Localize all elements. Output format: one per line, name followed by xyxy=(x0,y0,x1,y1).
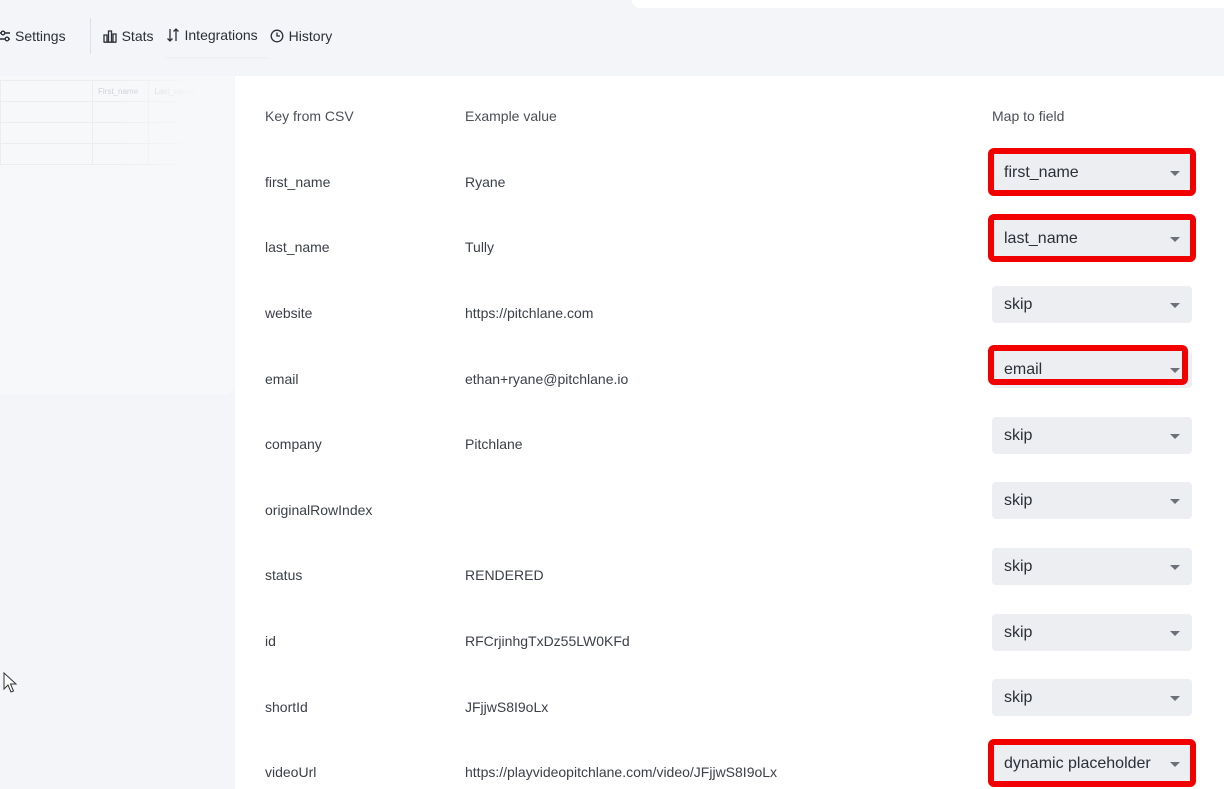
select-value: last_name xyxy=(1004,229,1078,247)
caret-down-icon xyxy=(1170,236,1180,242)
csv-key-label: status xyxy=(265,567,303,583)
caret-down-icon xyxy=(1170,170,1180,176)
map-to-field-select[interactable]: first_name xyxy=(992,154,1192,191)
tab-history[interactable]: History xyxy=(270,14,345,58)
caret-down-icon xyxy=(1170,367,1180,373)
select-value: skip xyxy=(1004,295,1033,313)
mouse-cursor-icon xyxy=(3,672,17,693)
example-value: Pitchlane xyxy=(465,436,523,452)
history-clock-icon xyxy=(270,29,284,43)
tab-stats[interactable]: Stats xyxy=(102,14,166,58)
preview-header-cell: First_name xyxy=(91,80,150,102)
caret-down-icon xyxy=(1170,433,1180,439)
bar-chart-icon xyxy=(102,30,117,43)
tab-stats-label: Stats xyxy=(121,28,154,44)
top-panel-edge xyxy=(632,0,1224,8)
tab-history-label: History xyxy=(288,28,333,44)
example-value: RENDERED xyxy=(465,567,544,583)
map-to-field-select[interactable]: dynamic placeholder xyxy=(992,745,1192,782)
tab-settings[interactable]: Settings xyxy=(0,14,90,58)
table-row xyxy=(0,101,200,123)
example-value: Ryane xyxy=(465,174,506,190)
caret-down-icon xyxy=(1170,564,1180,570)
example-value: JFjjwS8I9oLx xyxy=(465,699,549,715)
csv-key-label: shortId xyxy=(265,699,308,715)
table-row: First_name Last_name xyxy=(0,80,200,102)
field-mapping-panel: Key from CSV Example value Map to field … xyxy=(235,76,1224,789)
csv-key-label: first_name xyxy=(265,174,331,190)
sliders-icon xyxy=(0,30,10,42)
example-value: https://pitchlane.com xyxy=(465,305,594,321)
csv-preview-table: First_name Last_name xyxy=(0,80,200,165)
example-value: ethan+ryane@pitchlane.io xyxy=(465,371,629,387)
select-value: skip xyxy=(1004,557,1033,575)
map-to-field-select[interactable]: skip xyxy=(992,548,1192,585)
map-to-field-select[interactable]: last_name xyxy=(992,220,1192,257)
map-to-field-select[interactable]: skip xyxy=(992,417,1192,454)
tab-integrations-label: Integrations xyxy=(184,27,258,43)
map-to-field-select[interactable]: skip xyxy=(992,679,1192,716)
select-value: skip xyxy=(1004,491,1033,509)
csv-key-label: website xyxy=(265,305,313,321)
tab-settings-label: Settings xyxy=(15,28,66,44)
csv-key-label: id xyxy=(265,633,276,649)
tab-integrations[interactable]: Integrations xyxy=(165,13,270,59)
table-row xyxy=(0,122,200,144)
page: Settings Stats Integrations History Firs… xyxy=(0,0,1224,789)
column-header-key: Key from CSV xyxy=(265,108,354,124)
csv-key-label: company xyxy=(265,436,322,452)
csv-key-label: originalRowIndex xyxy=(265,502,373,518)
sort-arrows-icon xyxy=(166,28,179,42)
select-value: email xyxy=(1004,360,1043,378)
csv-key-label: last_name xyxy=(265,239,330,255)
caret-down-icon xyxy=(1170,695,1180,701)
table-row xyxy=(0,143,200,165)
column-header-example: Example value xyxy=(465,108,557,124)
toolbar-divider xyxy=(89,18,91,54)
caret-down-icon xyxy=(1170,498,1180,504)
select-value: skip xyxy=(1004,426,1033,444)
caret-down-icon xyxy=(1170,761,1180,767)
preview-header-cell: Last_name xyxy=(148,80,200,102)
preview-header-cell xyxy=(0,80,93,102)
csv-key-label: videoUrl xyxy=(265,764,317,780)
toolbar: Settings Stats Integrations History xyxy=(0,13,345,59)
select-value: dynamic placeholder xyxy=(1004,754,1151,772)
map-to-field-select[interactable]: skip xyxy=(992,286,1192,323)
example-value: Tully xyxy=(465,239,495,255)
caret-down-icon xyxy=(1170,302,1180,308)
column-header-map: Map to field xyxy=(992,108,1065,124)
example-value: RFCrjinhgTxDz55LW0KFd xyxy=(465,633,630,649)
map-to-field-select[interactable]: skip xyxy=(992,482,1192,519)
select-value: skip xyxy=(1004,623,1033,641)
example-value: https://playvideopitchlane.com/video/JFj… xyxy=(465,764,778,780)
csv-preview-panel: First_name Last_name xyxy=(0,76,234,394)
csv-key-label: email xyxy=(265,371,299,387)
map-to-field-select[interactable]: skip xyxy=(992,614,1192,651)
select-value: first_name xyxy=(1004,163,1079,181)
caret-down-icon xyxy=(1170,630,1180,636)
map-to-field-select[interactable]: email xyxy=(992,351,1192,388)
select-value: skip xyxy=(1004,688,1033,706)
